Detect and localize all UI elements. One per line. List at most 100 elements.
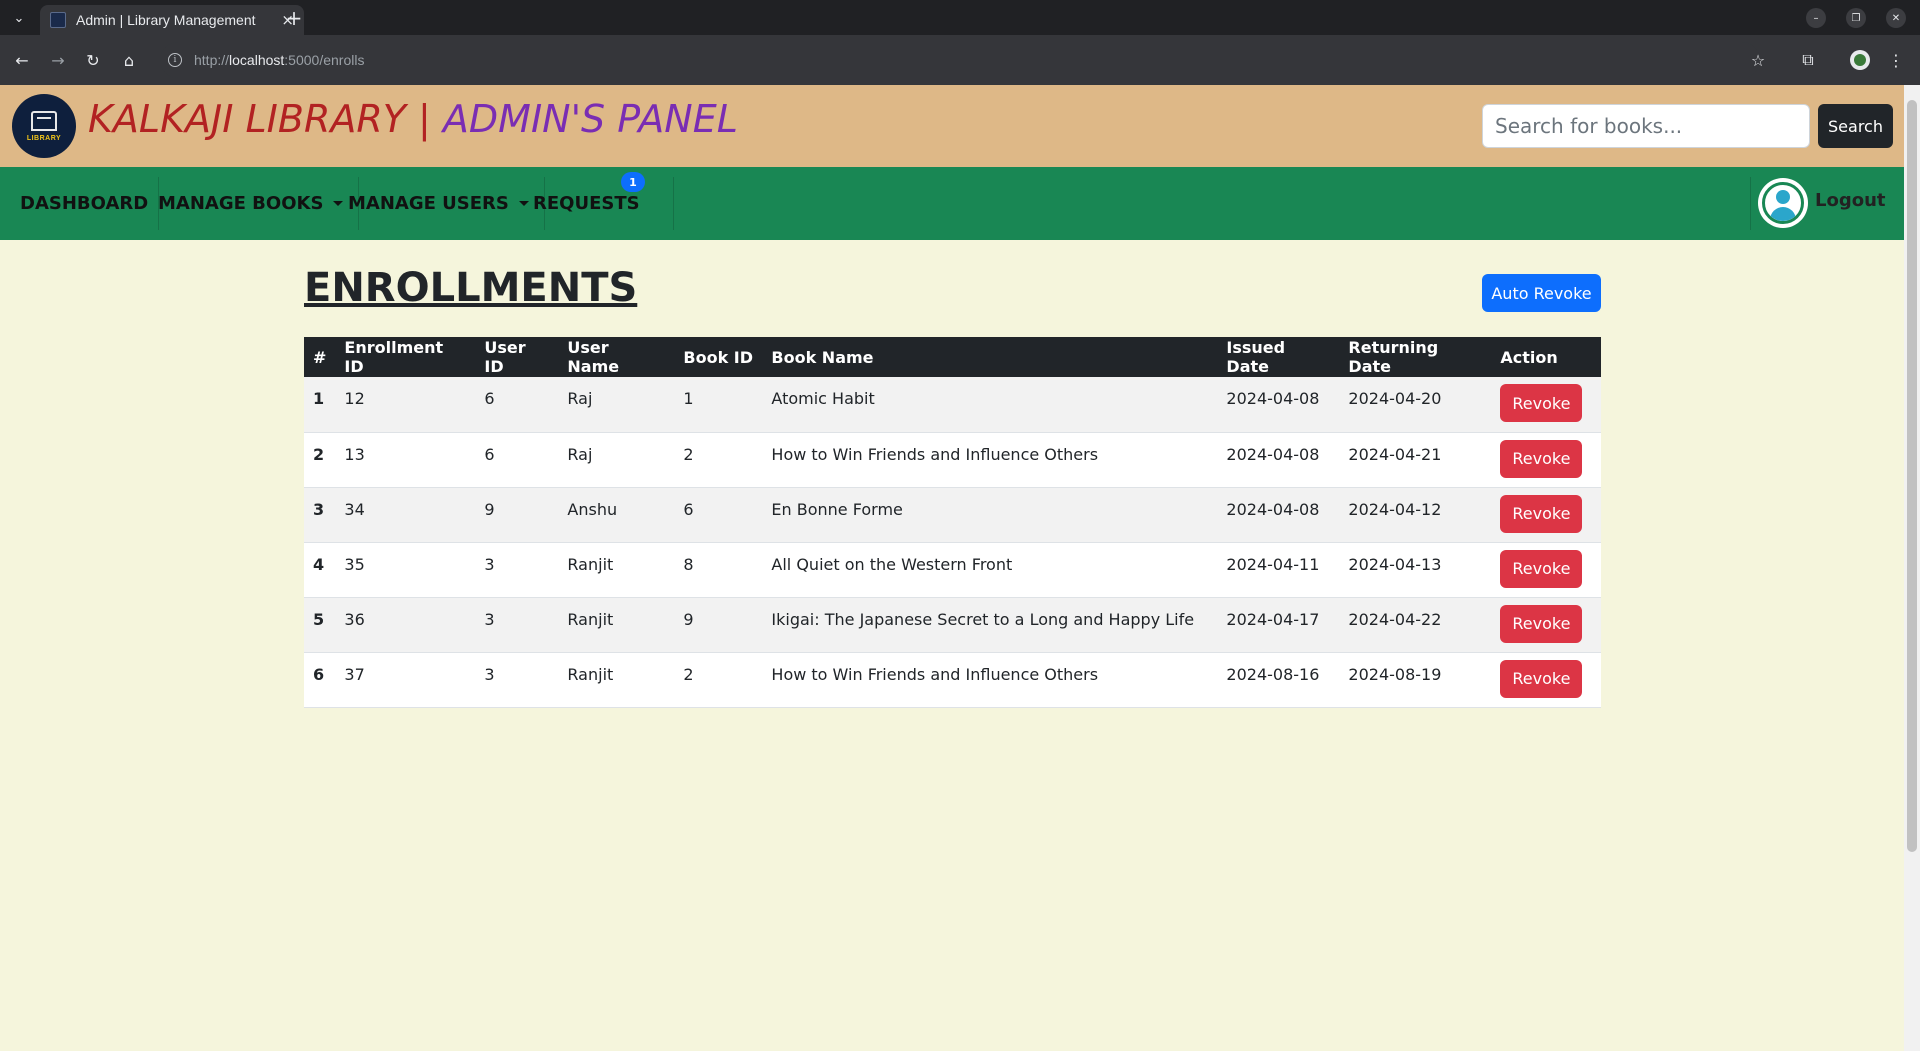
address-bar[interactable]: i http://localhost:5000/enrolls (160, 42, 1760, 78)
book-name: Ikigai: The Japanese Secret to a Long an… (771, 609, 1195, 629)
new-tab-icon[interactable]: + (282, 6, 306, 30)
revoke-button[interactable]: Revoke (1500, 604, 1583, 643)
row-number: 2 (313, 444, 325, 464)
book-id: 1 (683, 389, 694, 408)
revoke-button[interactable]: Revoke (1500, 384, 1583, 422)
library-logo[interactable]: LIBRARY (12, 94, 76, 158)
tab-title: Admin | Library Management (76, 12, 256, 28)
book-id: 2 (683, 664, 694, 684)
favicon-icon (50, 12, 66, 28)
enrollment-id: 34 (344, 499, 365, 519)
revoke-button[interactable]: Revoke (1500, 549, 1583, 588)
col-user-id: User ID (475, 337, 559, 377)
logout-link[interactable]: Logout (1815, 190, 1886, 211)
revoke-button[interactable]: Revoke (1500, 494, 1583, 533)
reload-icon[interactable]: ↻ (81, 48, 105, 72)
row-number: 1 (313, 389, 325, 408)
row-number: 5 (313, 609, 325, 629)
table-row: 4 35 3 Ranjit 8 All Quiet on the Western… (304, 542, 1601, 597)
action-cell: Revoke (1491, 652, 1601, 707)
extensions-icon[interactable]: ⧉ (1796, 48, 1820, 72)
home-icon[interactable]: ⌂ (117, 48, 141, 72)
user-id: 3 (484, 664, 495, 684)
library-emblem-icon (31, 110, 57, 131)
logo-text: LIBRARY (26, 134, 62, 142)
info-icon[interactable]: i (168, 53, 182, 67)
enrollment-id: 13 (344, 444, 365, 464)
window-close-icon[interactable]: ✕ (1886, 8, 1906, 28)
col-book-name: Book Name (762, 337, 1218, 377)
user-id: 6 (484, 389, 495, 408)
issued-date: 2024-08-16 (1226, 664, 1320, 684)
requests-badge: 1 (621, 172, 645, 192)
nav-manage-users[interactable]: MANAGE USERS (333, 177, 545, 230)
site-header: LIBRARY KALKAJI LIBRARY | ADMIN'S PANEL … (0, 85, 1904, 167)
returning-date: 2024-04-21 (1348, 444, 1442, 464)
browser-toolbar: ← → ↻ ⌂ i http://localhost:5000/enrolls … (0, 35, 1920, 85)
book-name: All Quiet on the Western Front (771, 554, 1013, 574)
col-returning-date: Returning Date (1339, 337, 1492, 377)
site-brand[interactable]: KALKAJI LIBRARY | ADMIN'S PANEL (88, 97, 738, 141)
forward-icon[interactable]: → (46, 48, 70, 72)
scrollbar-thumb[interactable] (1907, 100, 1917, 852)
col-action: Action (1491, 337, 1601, 377)
brand-panel: ADMIN'S PANEL (430, 97, 738, 141)
book-name: En Bonne Forme (771, 499, 903, 519)
search-input[interactable] (1482, 104, 1810, 148)
table-row: 3 34 9 Anshu 6 En Bonne Forme 2024-04-08… (304, 487, 1601, 542)
table-row: 1 12 6 Raj 1 Atomic Habit 2024-04-08 202… (304, 377, 1601, 432)
nav-requests-label: REQUESTS (533, 193, 640, 214)
col-book-id: Book ID (674, 337, 763, 377)
brand-name: KALKAJI LIBRARY | (88, 97, 431, 141)
book-name: How to Win Friends and Influence Others (771, 664, 1099, 684)
returning-date: 2024-04-20 (1348, 389, 1442, 408)
minimize-icon[interactable]: – (1806, 8, 1826, 28)
profile-icon[interactable] (1850, 50, 1870, 70)
enrollment-id: 12 (344, 389, 365, 408)
nav-dashboard[interactable]: DASHBOARD (10, 177, 160, 230)
revoke-button[interactable]: Revoke (1500, 439, 1583, 478)
user-id: 3 (484, 609, 495, 629)
restore-icon[interactable]: ❐ (1846, 8, 1866, 28)
revoke-button[interactable]: Revoke (1500, 659, 1583, 698)
user-icon (1762, 182, 1804, 224)
enrollments-table: # Enrollment ID User ID User Name Book I… (304, 337, 1601, 708)
action-cell: Revoke (1491, 487, 1601, 542)
user-id: 3 (484, 554, 495, 574)
menu-icon[interactable]: ⋮ (1884, 48, 1908, 72)
table-row: 2 13 6 Raj 2 How to Win Friends and Infl… (304, 432, 1601, 487)
enrollment-id: 35 (344, 554, 365, 574)
browser-tab-bar: ⌄ Admin | Library Management × + – ❐ ✕ (0, 0, 1920, 35)
back-icon[interactable]: ← (10, 48, 34, 72)
enrollment-id: 37 (344, 664, 365, 684)
issued-date: 2024-04-08 (1226, 389, 1320, 408)
book-id: 2 (683, 444, 694, 464)
search-button[interactable]: Search (1818, 104, 1893, 148)
table-row: 6 37 3 Ranjit 2 How to Win Friends and I… (304, 652, 1601, 707)
returning-date: 2024-04-13 (1348, 554, 1442, 574)
user-id: 9 (484, 499, 495, 519)
user-name: Ranjit (567, 609, 614, 629)
user-avatar[interactable] (1758, 178, 1808, 228)
row-number: 6 (313, 664, 325, 684)
tab-list-icon[interactable]: ⌄ (8, 7, 30, 29)
star-icon[interactable]: ☆ (1746, 48, 1770, 72)
action-cell: Revoke (1491, 377, 1601, 432)
action-cell: Revoke (1491, 597, 1601, 652)
returning-date: 2024-04-12 (1348, 499, 1442, 519)
returning-date: 2024-08-19 (1348, 664, 1442, 684)
nav-manage-users-label: MANAGE USERS (348, 193, 509, 214)
user-name: Anshu (567, 499, 618, 519)
url-text: http://localhost:5000/enrolls (194, 52, 365, 68)
user-name: Ranjit (567, 554, 614, 574)
book-id: 9 (683, 609, 694, 629)
table-row: 5 36 3 Ranjit 9 Ikigai: The Japanese Sec… (304, 597, 1601, 652)
nav-manage-books[interactable]: MANAGE BOOKS (143, 177, 360, 230)
action-cell: Revoke (1491, 432, 1601, 487)
auto-revoke-button[interactable]: Auto Revoke (1482, 274, 1601, 312)
browser-tab[interactable]: Admin | Library Management × (40, 5, 304, 35)
nav-requests[interactable]: REQUESTS (516, 177, 674, 230)
col-user-name: User Name (558, 337, 675, 377)
col-enrollment-id: Enrollment ID (335, 337, 476, 377)
user-id: 6 (484, 444, 495, 464)
